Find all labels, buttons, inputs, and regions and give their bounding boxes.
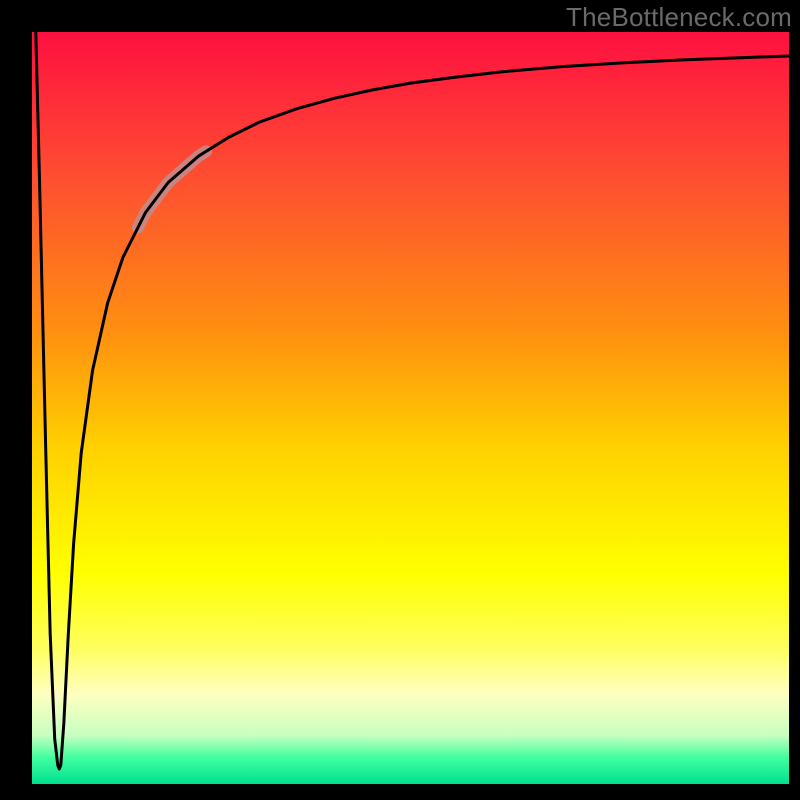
chart-frame: TheBottleneck.com: [0, 0, 800, 800]
chart-background: [32, 32, 789, 784]
chart-svg: [32, 32, 789, 784]
watermark-text: TheBottleneck.com: [566, 2, 792, 33]
chart-plot-area: [32, 32, 789, 784]
